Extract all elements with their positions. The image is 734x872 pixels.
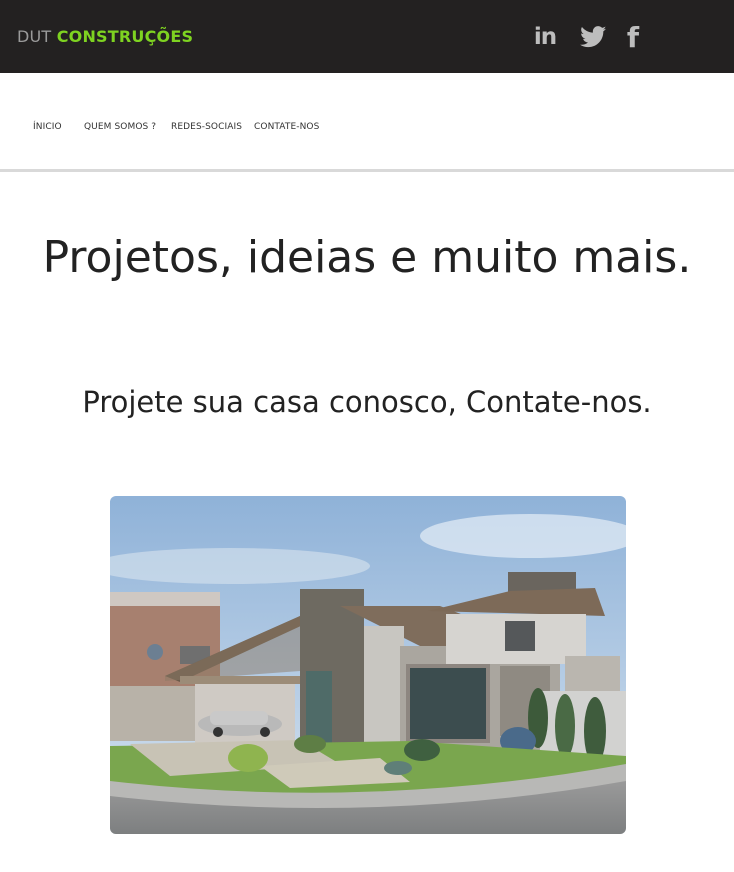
page-headline: Projetos, ideias e muito mais. xyxy=(42,232,692,283)
nav-divider xyxy=(0,169,734,172)
nav-item-contate-nos[interactable]: CONTATE-NOS xyxy=(254,122,319,132)
page-subheadline: Projete sua casa conosco, Contate-nos. xyxy=(82,385,652,419)
twitter-bird-icon xyxy=(579,26,606,48)
facebook-icon[interactable]: f xyxy=(618,21,648,54)
nav-item-redes-sociais[interactable]: REDES-SOCIAIS xyxy=(171,122,242,132)
top-bar: DUT CONSTRUÇÕES in f xyxy=(0,0,734,73)
brand-name: CONSTRUÇÕES xyxy=(56,27,194,46)
main-nav: ÍNICIO QUEM SOMOS ? REDES-SOCIAIS CONTAT… xyxy=(0,73,734,172)
nav-item-quem-somos[interactable]: QUEM SOMOS ? xyxy=(84,122,156,132)
linkedin-icon[interactable]: in xyxy=(530,22,560,52)
house-illustration xyxy=(110,496,626,834)
twitter-icon[interactable] xyxy=(578,22,608,52)
brand-logo[interactable]: DUT CONSTRUÇÕES xyxy=(17,27,193,46)
brand-prefix: DUT xyxy=(17,27,52,46)
nav-item-inicio[interactable]: ÍNICIO xyxy=(33,122,62,132)
house-image xyxy=(110,496,626,834)
